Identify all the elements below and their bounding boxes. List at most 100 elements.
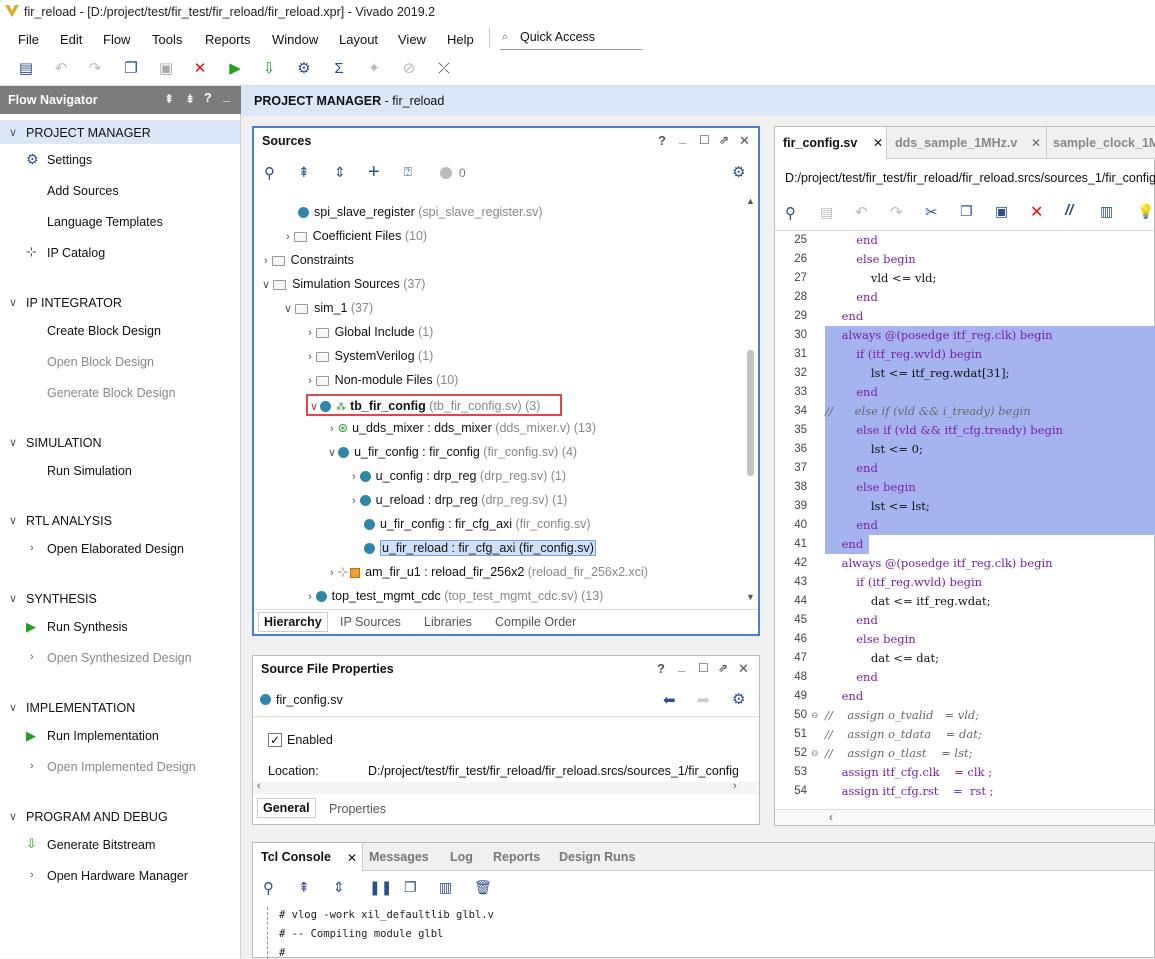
tree-row[interactable]: › ⊛ u_dds_mixer : dds_mixer (dds_mixer.v) … (330, 418, 596, 438)
cancel-tool-icon[interactable]: ⤫ (435, 60, 453, 78)
nav-open-block-design[interactable]: Open Block Design (47, 355, 154, 369)
copy-icon[interactable]: ❐ (960, 203, 973, 220)
close-icon[interactable]: ✕ (738, 661, 749, 677)
sfp-hscrollbar[interactable]: ‹ › (253, 780, 759, 794)
chevron-down-icon[interactable]: ∨ (284, 303, 292, 315)
chevron-right-icon[interactable]: › (286, 231, 290, 243)
tab-properties[interactable]: Properties (329, 802, 386, 816)
delete-icon[interactable]: ✕ (191, 60, 209, 78)
column-icon[interactable]: ▥ (1100, 203, 1113, 220)
search-icon[interactable]: ⚲ (264, 164, 275, 182)
maximize-icon[interactable]: ☐ (698, 661, 709, 675)
tree-row[interactable]: › Coefficient Files (10) (286, 226, 427, 246)
chevron-down-icon[interactable]: ∨ (9, 514, 17, 527)
tree-row[interactable]: › Non-module Files (10) (308, 370, 458, 390)
close-icon[interactable]: ✕ (873, 136, 883, 150)
open-project-icon[interactable]: ▤ (17, 60, 35, 78)
close-icon[interactable]: ✕ (739, 133, 750, 149)
chevron-down-icon[interactable]: ∨ (9, 701, 17, 714)
nav-open-implemented-design[interactable]: Open Implemented Design (47, 760, 196, 774)
lightbulb-icon[interactable]: 💡 (1137, 203, 1154, 220)
chevron-down-icon[interactable]: ∨ (9, 592, 17, 605)
scrollbar-thumb[interactable] (747, 350, 754, 476)
help-icon[interactable]: ? (204, 91, 212, 105)
magic-wand-icon[interactable]: ✦ (365, 60, 383, 78)
nav-run-implementation[interactable]: Run Implementation (47, 729, 159, 743)
tab-general[interactable]: General (257, 798, 316, 818)
collapse-all-icon[interactable]: ⇞ (298, 164, 310, 181)
comment-icon[interactable]: // (1065, 202, 1073, 219)
chevron-right-icon[interactable]: › (330, 567, 334, 579)
chevron-right-icon[interactable]: › (30, 542, 34, 554)
chevron-right-icon[interactable]: › (30, 760, 34, 772)
tree-row[interactable]: ∨ sim_1 (37) (284, 298, 373, 318)
editor-hscrollbar[interactable]: ‹ (775, 809, 1154, 825)
help-icon[interactable]: ? (657, 661, 665, 676)
nav-open-elaborated-design[interactable]: Open Elaborated Design (47, 542, 184, 556)
chevron-right-icon[interactable]: › (352, 471, 356, 483)
nav-section-synthesis[interactable]: SYNTHESIS (26, 592, 97, 606)
nav-ip-catalog[interactable]: IP Catalog (47, 246, 105, 260)
nav-section-project-manager[interactable]: PROJECT MANAGER (26, 126, 151, 140)
tab-messages[interactable]: Messages (369, 850, 429, 864)
tree-row[interactable]: › u_config : drp_reg (drp_reg.sv) (1) (352, 466, 566, 486)
tree-row[interactable]: › ⊹ am_fir_u1 : reload_fir_256x2 (reload_f… (330, 562, 648, 582)
collapse-all-icon[interactable]: ⇞ (298, 879, 310, 896)
chevron-down-icon[interactable]: ∨ (328, 447, 336, 459)
nav-add-sources[interactable]: Add Sources (47, 184, 119, 198)
tab-log[interactable]: Log (450, 850, 473, 864)
redo-icon[interactable]: ↷ (86, 60, 104, 78)
chevron-right-icon[interactable]: › (330, 423, 334, 435)
chevron-right-icon[interactable]: › (308, 327, 312, 339)
scroll-up-icon[interactable]: ▲ (746, 196, 755, 206)
scroll-down-icon[interactable]: ▼ (746, 592, 755, 602)
close-icon[interactable]: ✕ (347, 851, 357, 865)
tab-design-runs[interactable]: Design Runs (559, 850, 635, 864)
undo-icon[interactable]: ↶ (52, 60, 70, 78)
scroll-right-icon[interactable]: › (733, 780, 737, 792)
settings-gear-icon[interactable]: ⚙ (732, 690, 745, 708)
chevron-right-icon[interactable]: › (352, 495, 356, 507)
chevron-down-icon[interactable]: ∨ (310, 401, 318, 413)
nav-open-hardware-manager[interactable]: Open Hardware Manager (47, 869, 188, 883)
minimize-icon[interactable]: _ (678, 658, 685, 673)
menu-tools[interactable]: Tools (152, 32, 182, 47)
sources-scrollbar[interactable]: ▲ ▼ (746, 196, 756, 605)
nav-generate-block-design[interactable]: Generate Block Design (47, 386, 176, 400)
tab-compile-order[interactable]: Compile Order (495, 615, 576, 629)
menu-view[interactable]: View (398, 32, 426, 47)
expand-all-icon[interactable]: ⇟ (185, 92, 195, 106)
menu-layout[interactable]: Layout (339, 32, 378, 47)
tree-row[interactable]: › Constraints (264, 250, 354, 270)
quick-access-search[interactable]: ⌕ Quick Access (500, 27, 642, 50)
tree-row[interactable]: u_fir_config : fir_cfg_axi (fir_config.s… (364, 514, 591, 534)
forward-arrow-icon[interactable]: ➡ (697, 691, 710, 709)
menu-edit[interactable]: Edit (60, 32, 82, 47)
float-icon[interactable]: ⇗ (719, 133, 729, 147)
tree-row[interactable]: › Global Include (1) (308, 322, 433, 342)
run-icon[interactable]: ▶ (226, 60, 244, 78)
chevron-down-icon[interactable]: ∨ (9, 296, 17, 309)
scroll-left-icon[interactable]: ‹ (257, 780, 261, 792)
properties-icon[interactable]: ⍰ (404, 164, 412, 180)
copy-icon[interactable]: ❐ (404, 879, 417, 896)
menu-file[interactable]: File (18, 32, 39, 47)
chevron-right-icon[interactable]: › (308, 375, 312, 387)
chevron-down-icon[interactable]: ∨ (9, 126, 17, 139)
fold-icon[interactable]: ⊖ (811, 745, 819, 764)
nav-section-implementation[interactable]: IMPLEMENTATION (26, 701, 135, 715)
chevron-right-icon[interactable]: › (30, 651, 34, 663)
settings-gear-icon[interactable]: ⚙ (295, 60, 313, 78)
search-icon[interactable]: ⚲ (785, 204, 796, 222)
tab-reports[interactable]: Reports (493, 850, 540, 864)
back-arrow-icon[interactable]: ⬅ (663, 691, 676, 709)
tree-row[interactable]: ∨ Simulation Sources (37) (262, 274, 425, 294)
chevron-right-icon[interactable]: › (308, 351, 312, 363)
search-icon[interactable]: ⚲ (263, 879, 274, 897)
maximize-icon[interactable]: ☐ (699, 133, 710, 147)
nav-section-program-and-debug[interactable]: PROGRAM AND DEBUG (26, 810, 168, 824)
fold-icon[interactable]: ⊖ (811, 707, 819, 726)
tree-row[interactable]: spi_slave_register (spi_slave_register.s… (298, 202, 543, 222)
nav-generate-bitstream[interactable]: Generate Bitstream (47, 838, 155, 852)
tree-row-selected[interactable]: u_fir_reload : fir_cfg_axi (fir_config.s… (364, 538, 596, 558)
